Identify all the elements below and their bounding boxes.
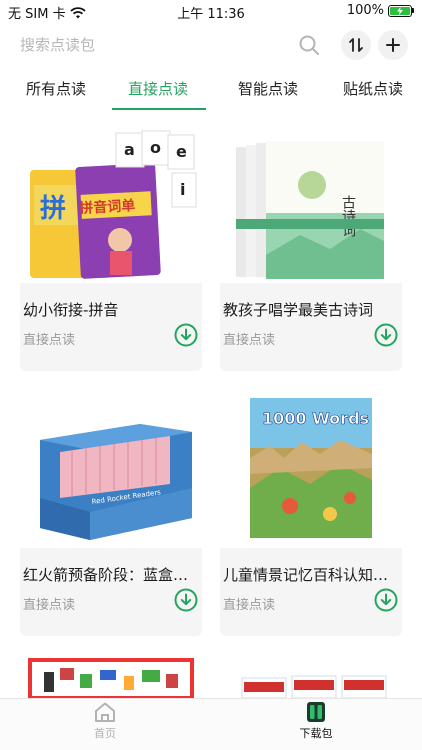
book-cover-disney[interactable] [220, 652, 402, 698]
book-cover-text-1000-words: 1000 Words [262, 409, 369, 428]
tab-smart-reading[interactable]: 智能点读 [238, 78, 298, 99]
book-cover-red-rocket[interactable]: Red Rocket Readers [20, 388, 202, 548]
tab-direct-reading[interactable]: 直接点读 [128, 78, 188, 99]
book-card[interactable]: 幼小衔接-拼音 直接点读 [20, 283, 202, 371]
battery-icon [388, 4, 412, 17]
book-card[interactable]: 教孩子唱学最美古诗词 直接点读 [220, 283, 402, 371]
search-button[interactable] [294, 30, 324, 60]
book-cover-pinyin[interactable]: 拼 拼音词单 a o e i [20, 125, 202, 285]
book-title: 教孩子唱学最美古诗词 [223, 301, 374, 319]
sort-icon [349, 38, 363, 52]
battery-percent: 100% [346, 3, 384, 18]
bottom-navigation: 首页 下载包 [0, 698, 422, 750]
book-title: 红火箭预备阶段：蓝盒… [23, 566, 189, 584]
search-icon [299, 35, 319, 55]
home-icon [95, 702, 115, 722]
status-bar: 无 SIM 卡 上午 11:36 100% [0, 0, 422, 22]
book-cover-text-pinyin: 拼音词单 [79, 197, 136, 217]
download-icon[interactable] [174, 588, 198, 612]
book-title: 儿童情景记忆百科认知… [223, 566, 389, 584]
battery-status: 100% [347, 3, 414, 18]
book-cover-animals[interactable] [20, 652, 202, 698]
category-tabs: 所有点读 直接点读 智能点读 贴纸点读 [0, 72, 422, 110]
book-subtitle: 直接点读 [23, 333, 76, 348]
book-cover-1000-words[interactable]: 1000 Words [220, 388, 402, 548]
book-card[interactable]: 儿童情景记忆百科认知… 直接点读 [220, 548, 402, 636]
nav-home-label: 首页 [94, 727, 116, 740]
book-title: 幼小衔接-拼音 [23, 301, 119, 319]
svg-text:a: a [124, 140, 135, 159]
nav-home[interactable]: 首页 [65, 701, 145, 741]
book-subtitle: 直接点读 [223, 598, 276, 613]
book-card[interactable]: 红火箭预备阶段：蓝盒… 直接点读 [20, 548, 202, 636]
sort-button[interactable] [341, 30, 371, 60]
download-icon[interactable] [174, 323, 198, 347]
svg-text:i: i [180, 180, 185, 199]
nav-downloads-label: 下载包 [299, 727, 333, 740]
search-input[interactable]: 搜索点读包 [20, 34, 95, 55]
search-bar: 搜索点读包 [0, 28, 422, 62]
tab-all-reading[interactable]: 所有点读 [26, 78, 86, 99]
active-tab-indicator [112, 108, 206, 110]
download-icon[interactable] [374, 588, 398, 612]
book-cover-poems[interactable]: 古诗词 [220, 125, 402, 285]
tab-sticker-reading[interactable]: 贴纸点读 [343, 78, 403, 99]
plus-icon [386, 38, 400, 52]
svg-text:e: e [176, 142, 187, 161]
svg-text:o: o [150, 138, 161, 157]
download-icon[interactable] [374, 323, 398, 347]
book-subtitle: 直接点读 [23, 598, 76, 613]
book-cover-text-poems: 古诗词 [340, 195, 356, 237]
nav-downloads[interactable]: 下载包 [276, 701, 356, 741]
add-button[interactable] [378, 30, 408, 60]
svg-text:拼: 拼 [40, 194, 66, 224]
downloads-icon [307, 702, 325, 722]
book-subtitle: 直接点读 [223, 333, 276, 348]
